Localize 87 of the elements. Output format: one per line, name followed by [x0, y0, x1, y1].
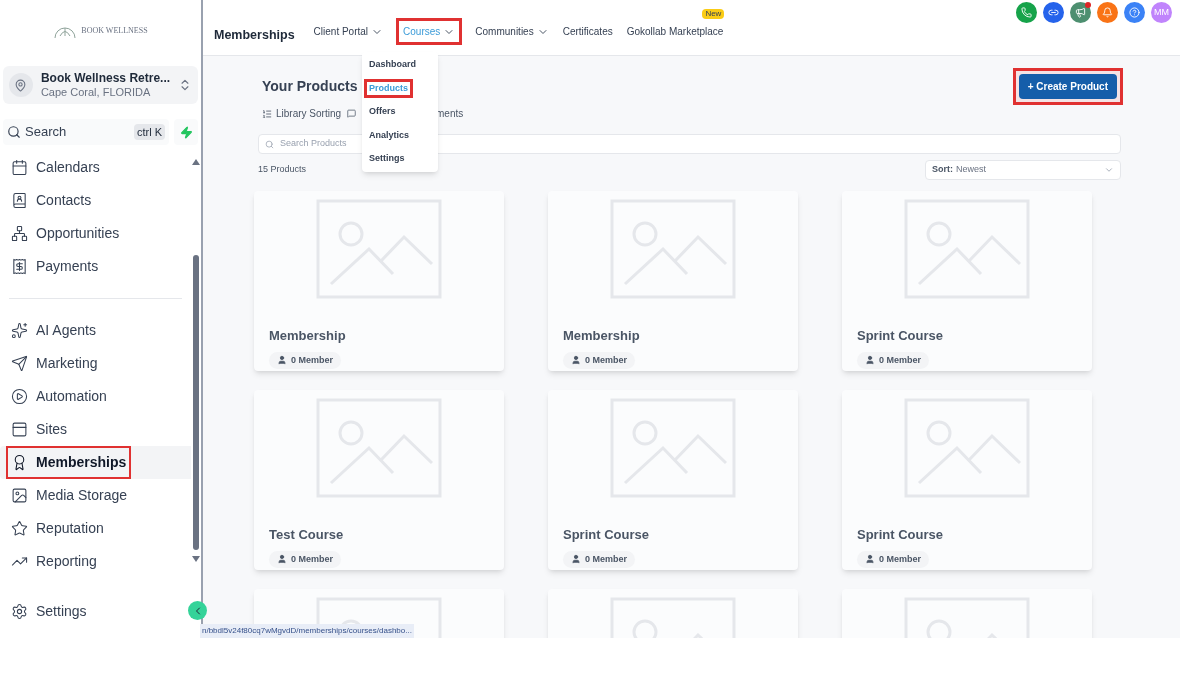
person-icon — [571, 554, 581, 565]
nav-tab[interactable]: Communities — [474, 18, 550, 45]
nav-item[interactable]: Reporting — [6, 547, 102, 576]
logo-text: BOOK WELLNESS — [81, 25, 148, 37]
member-count-badge: 0 Member — [269, 550, 342, 568]
comment-icon — [347, 109, 357, 118]
star-icon — [11, 520, 28, 537]
product-title: Sprint Course — [857, 526, 944, 544]
help-button[interactable] — [1124, 2, 1145, 23]
nav-item[interactable]: Payments — [6, 252, 104, 281]
member-count-badge: 0 Member — [857, 351, 930, 369]
member-count-badge: 0 Member — [857, 550, 930, 568]
library-sorting-link[interactable]: Library Sorting — [276, 106, 342, 121]
quick-action-button[interactable] — [174, 119, 198, 145]
link-button[interactable] — [1043, 2, 1064, 23]
receipt-icon — [11, 258, 28, 275]
nav-item[interactable]: Marketing — [6, 349, 103, 378]
person-icon — [277, 554, 287, 565]
nav-item[interactable]: Calendars — [6, 153, 105, 182]
settings-icon — [11, 603, 28, 620]
product-title: Sprint Course — [857, 327, 944, 345]
person-icon — [277, 355, 287, 366]
nav-item[interactable]: Memberships — [6, 446, 132, 479]
person-icon — [865, 355, 875, 366]
account-location: Cape Coral, FLORIDA — [40, 85, 152, 100]
member-count-badge: 0 Member — [269, 351, 342, 369]
product-card[interactable]: Sprint Course 0 Member — [548, 390, 798, 570]
product-card[interactable]: Sprint Course 0 Member — [842, 191, 1092, 371]
play-circle-icon — [11, 388, 28, 405]
nav-item[interactable]: Sites — [6, 415, 73, 444]
product-count: 15 Products — [258, 163, 307, 177]
menu-item[interactable]: Dashboard — [369, 55, 416, 75]
lightning-icon — [179, 125, 193, 139]
send-icon — [11, 355, 28, 372]
nav-item[interactable]: Settings — [6, 597, 92, 626]
calendar-icon — [11, 159, 28, 176]
product-card[interactable]: Membership 0 Member — [254, 191, 504, 371]
product-title: Membership — [563, 327, 641, 345]
pin-icon — [14, 78, 28, 92]
shortcut-key: ctrl K — [133, 123, 165, 141]
product-title: Sprint Course — [563, 526, 650, 544]
account-switcher[interactable]: Book Wellness Retre... Cape Coral, FLORIDA — [3, 66, 198, 104]
nav-item[interactable]: Media Storage — [6, 481, 133, 510]
link-icon — [1048, 7, 1059, 18]
person-icon — [571, 355, 581, 366]
search-placeholder: Search — [25, 123, 68, 142]
sparkle-icon — [11, 322, 28, 339]
announcement-button[interactable] — [1070, 2, 1091, 23]
member-count-badge: 0 Member — [563, 351, 636, 369]
person-icon — [865, 554, 875, 565]
contact-book-icon — [11, 192, 28, 209]
bell-icon — [1102, 7, 1113, 18]
products-heading: Your Products — [262, 77, 358, 96]
notifications-button[interactable] — [1097, 2, 1118, 23]
image-icon — [11, 487, 28, 504]
product-title: Test Course — [269, 526, 345, 544]
nav-item[interactable]: AI Agents — [6, 316, 101, 345]
network-icon — [11, 225, 28, 242]
search-icon — [265, 139, 274, 149]
link-preview-tooltip: n/bbdl5v24f80cq7wMgvdD/memberships/courses/dashbo... — [200, 624, 414, 638]
product-title: Membership — [269, 327, 347, 345]
nav-tab[interactable]: Certificates — [561, 18, 614, 45]
product-card[interactable]: Membership 0 Member — [548, 191, 798, 371]
sort-dropdown[interactable]: Sort: Newest — [925, 160, 1121, 180]
product-card[interactable]: Test Course 0 Member — [254, 390, 504, 570]
menu-item[interactable]: Offers — [369, 102, 396, 122]
nav-tab[interactable]: Gokollab Marketplace — [625, 18, 725, 45]
help-icon — [1129, 7, 1140, 18]
nav-item[interactable]: Automation — [6, 382, 112, 411]
megaphone-icon — [1075, 7, 1086, 18]
phone-button[interactable] — [1016, 2, 1037, 23]
account-name: Book Wellness Retre... — [40, 70, 171, 86]
chevron-down-icon — [1104, 165, 1114, 175]
nav-item[interactable]: Opportunities — [6, 219, 125, 248]
nav-item[interactable]: Reputation — [6, 514, 109, 543]
phone-icon — [1021, 7, 1032, 18]
search-field[interactable]: Search ctrl K — [3, 119, 169, 145]
search-icon — [7, 125, 21, 139]
new-badge: New — [702, 9, 725, 19]
create-product-button[interactable]: + Create Product — [1012, 68, 1123, 105]
nav-item[interactable]: Contacts — [6, 186, 97, 215]
product-card[interactable]: Sprint Course 0 Member — [842, 390, 1092, 570]
page-title: Memberships — [214, 27, 295, 45]
nav-tab[interactable]: Client Portal — [312, 18, 385, 45]
member-count-badge: 0 Member — [563, 550, 636, 568]
browser-window-icon — [11, 421, 28, 438]
list-icon — [262, 108, 272, 119]
